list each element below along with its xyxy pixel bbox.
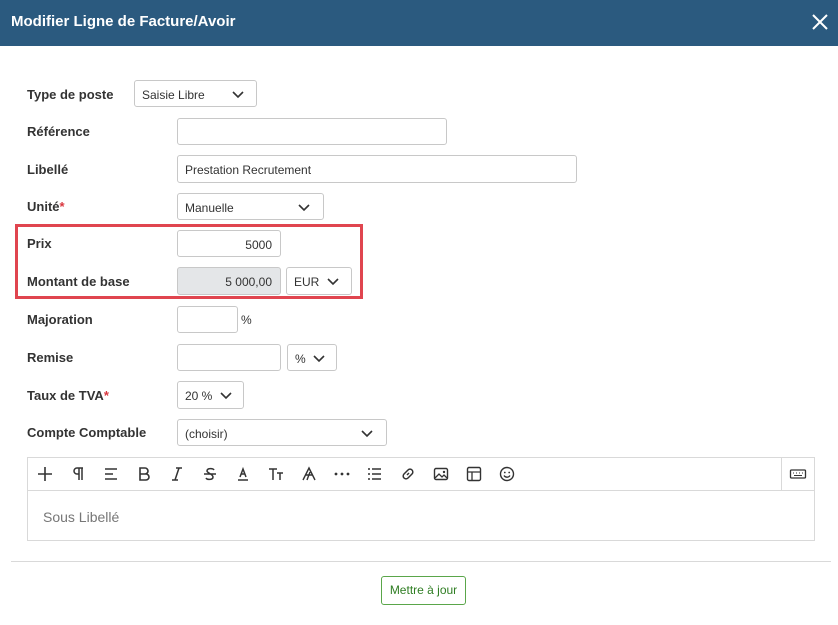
type-poste-label: Type de poste xyxy=(27,87,114,102)
paragraph-icon[interactable] xyxy=(69,465,87,483)
majoration-input[interactable] xyxy=(177,306,238,333)
italic-icon[interactable] xyxy=(168,465,186,483)
reference-label: Référence xyxy=(27,124,90,139)
keyboard-icon[interactable] xyxy=(789,465,807,483)
remise-input[interactable] xyxy=(177,344,281,371)
close-icon[interactable] xyxy=(810,12,830,32)
chevron-down-icon xyxy=(298,204,310,212)
currency-select[interactable]: EUR xyxy=(286,267,352,295)
libelle-input[interactable]: Prestation Recrutement xyxy=(177,155,577,183)
chevron-down-icon xyxy=(232,91,244,99)
image-icon[interactable] xyxy=(432,465,450,483)
chevron-down-icon xyxy=(327,278,339,286)
montant-base-label: Montant de base xyxy=(27,274,130,289)
prix-input[interactable]: 5000 xyxy=(177,230,281,257)
plus-icon[interactable] xyxy=(36,465,54,483)
sous-libelle-editor[interactable]: Sous Libellé xyxy=(27,457,815,541)
more-icon[interactable] xyxy=(333,465,351,483)
reference-input[interactable] xyxy=(177,118,447,145)
type-poste-select[interactable]: Saisie Libre xyxy=(134,80,257,107)
remise-unit-select[interactable]: % xyxy=(287,344,337,371)
majoration-unit: % xyxy=(241,313,252,327)
bold-icon[interactable] xyxy=(135,465,153,483)
dialog-header: Modifier Ligne de Facture/Avoir xyxy=(0,0,838,46)
editor-placeholder: Sous Libellé xyxy=(43,509,120,525)
montant-base-input: 5 000,00 xyxy=(177,267,281,295)
underline-color-icon[interactable] xyxy=(234,465,252,483)
toolbar-divider xyxy=(781,458,782,490)
taux-tva-select[interactable]: 20 % xyxy=(177,381,244,409)
strikethrough-icon[interactable] xyxy=(201,465,219,483)
footer-divider xyxy=(11,561,831,562)
compte-comptable-select[interactable]: (choisir) xyxy=(177,419,387,446)
unite-label: Unité* xyxy=(27,199,65,214)
update-button[interactable]: Mettre à jour xyxy=(381,576,466,605)
compte-comptable-label: Compte Comptable xyxy=(27,425,147,440)
libelle-label: Libellé xyxy=(27,162,69,177)
editor-toolbar xyxy=(28,458,814,491)
font-size-icon[interactable] xyxy=(267,465,285,483)
align-icon[interactable] xyxy=(102,465,120,483)
font-style-icon[interactable] xyxy=(300,465,318,483)
taux-tva-label: Taux de TVA* xyxy=(27,388,109,403)
chevron-down-icon xyxy=(220,392,232,400)
table-icon[interactable] xyxy=(465,465,483,483)
remise-label: Remise xyxy=(27,350,74,365)
link-icon[interactable] xyxy=(399,465,417,483)
chevron-down-icon xyxy=(361,430,373,438)
list-icon[interactable] xyxy=(366,465,384,483)
chevron-down-icon xyxy=(313,355,325,363)
majoration-label: Majoration xyxy=(27,312,93,327)
prix-label: Prix xyxy=(27,236,52,251)
emoji-icon[interactable] xyxy=(498,465,516,483)
unite-select[interactable]: Manuelle xyxy=(177,193,324,220)
dialog-title: Modifier Ligne de Facture/Avoir xyxy=(11,13,236,30)
